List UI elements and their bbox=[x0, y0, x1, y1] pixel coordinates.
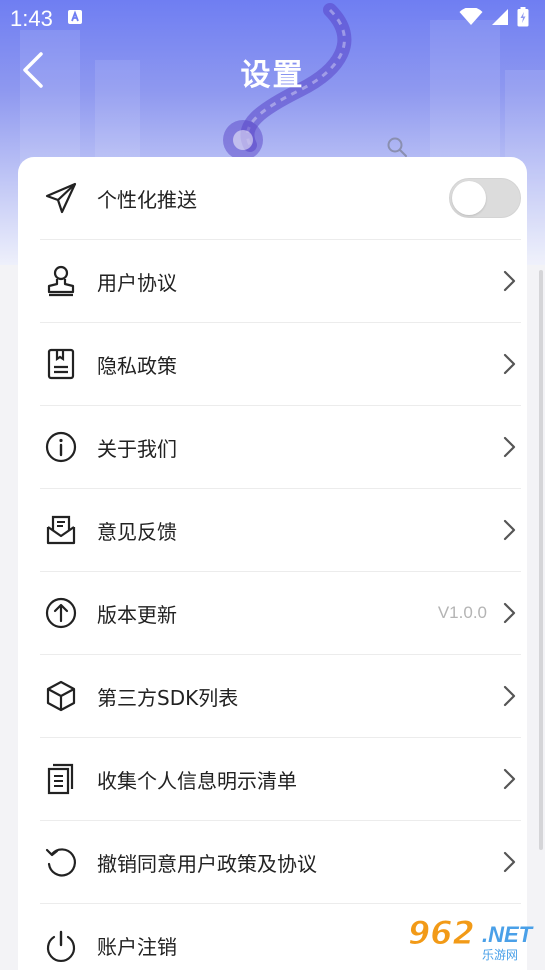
stamp-icon bbox=[41, 261, 81, 301]
arrow-up-circle-icon bbox=[41, 593, 81, 633]
chevron-left-icon bbox=[22, 52, 44, 92]
settings-item-label: 隐私政策 bbox=[97, 353, 177, 378]
power-icon bbox=[41, 926, 81, 966]
settings-item-label: 收集个人信息明示清单 bbox=[97, 768, 297, 793]
watermark-subtitle: 乐游网 bbox=[482, 948, 519, 962]
version-value: V1.0.0 bbox=[437, 603, 487, 622]
undo-icon bbox=[41, 842, 81, 882]
mail-icon bbox=[41, 510, 81, 550]
back-button[interactable] bbox=[16, 52, 50, 92]
settings-item-version-update[interactable]: 版本更新 V1.0.0 bbox=[40, 572, 521, 655]
document-icon bbox=[41, 344, 81, 384]
cube-icon bbox=[41, 676, 81, 716]
settings-item-about-us[interactable]: 关于我们 bbox=[40, 406, 521, 489]
settings-item-label: 关于我们 bbox=[97, 436, 177, 461]
settings-item-label: 版本更新 bbox=[97, 602, 177, 627]
settings-item-personal-info-list[interactable]: 收集个人信息明示清单 bbox=[40, 738, 521, 821]
signal-icon bbox=[491, 8, 509, 30]
settings-item-personalized-push: 个性化推送 bbox=[40, 157, 521, 240]
settings-item-label: 第三方SDK列表 bbox=[97, 685, 239, 710]
settings-item-label: 用户协议 bbox=[97, 270, 177, 295]
site-watermark: 962 .NET 乐游网 bbox=[398, 912, 545, 970]
chevron-right-icon bbox=[499, 601, 519, 625]
chevron-right-icon bbox=[499, 684, 519, 708]
settings-item-revoke-consent[interactable]: 撤销同意用户政策及协议 bbox=[40, 821, 521, 904]
chevron-right-icon bbox=[499, 435, 519, 459]
settings-item-label: 撤销同意用户政策及协议 bbox=[97, 851, 317, 876]
settings-item-feedback[interactable]: 意见反馈 bbox=[40, 489, 521, 572]
toggle-knob bbox=[452, 181, 486, 215]
navigation-bar: 设置 bbox=[0, 40, 545, 104]
chevron-right-icon bbox=[499, 850, 519, 874]
personalized-push-toggle[interactable] bbox=[449, 178, 521, 218]
settings-item-label: 个性化推送 bbox=[97, 187, 197, 212]
chevron-right-icon bbox=[499, 269, 519, 293]
chevron-right-icon bbox=[499, 518, 519, 542]
status-bar: 1:43 bbox=[0, 0, 545, 38]
paper-plane-icon bbox=[41, 178, 81, 218]
settings-item-privacy-policy[interactable]: 隐私政策 bbox=[40, 323, 521, 406]
settings-item-third-party-sdk-list[interactable]: 第三方SDK列表 bbox=[40, 655, 521, 738]
chevron-right-icon bbox=[499, 767, 519, 791]
page-title: 设置 bbox=[240, 58, 305, 93]
watermark-domain: .NET bbox=[482, 922, 533, 947]
chevron-right-icon bbox=[499, 352, 519, 376]
wifi-icon bbox=[459, 7, 483, 30]
list-document-icon bbox=[41, 759, 81, 799]
battery-icon bbox=[517, 7, 529, 31]
info-icon bbox=[41, 427, 81, 467]
watermark-number: 962 bbox=[408, 914, 476, 953]
settings-item-user-agreement[interactable]: 用户协议 bbox=[40, 240, 521, 323]
status-time: 1:43 bbox=[10, 6, 53, 31]
a-letter-icon bbox=[67, 9, 83, 29]
scrollbar[interactable] bbox=[539, 270, 543, 850]
settings-item-label: 意见反馈 bbox=[97, 519, 177, 544]
settings-card: 个性化推送 用户协议 隐私政策 关于我们 意见反馈 版本更新 V1.0.0 第三… bbox=[18, 157, 527, 970]
